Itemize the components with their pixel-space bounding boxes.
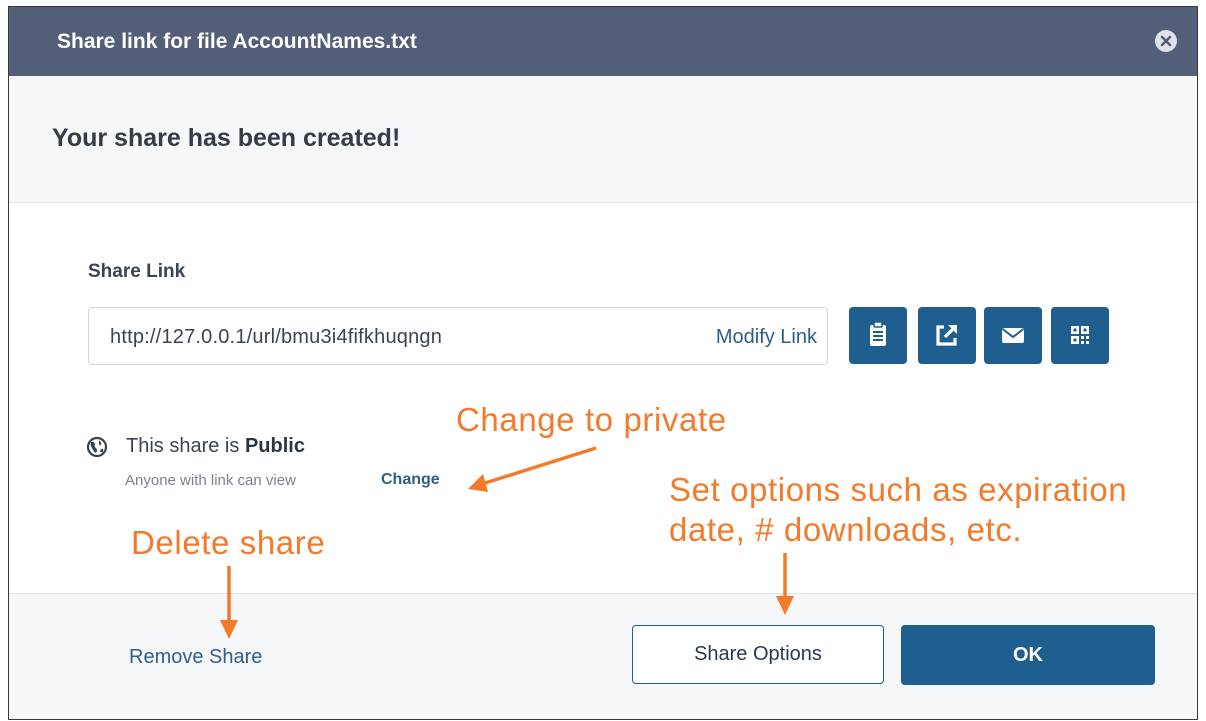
email-link-button[interactable] [984, 307, 1042, 364]
visibility-value: Public [244, 435, 305, 457]
annotation-delete-share: Delete share [131, 524, 326, 561]
qr-code-button[interactable] [1051, 307, 1109, 364]
globe-icon [86, 436, 108, 458]
copy-to-clipboard-button[interactable] [849, 307, 907, 364]
qr-code-icon [1071, 326, 1089, 344]
visibility-description: Anyone with link can view [125, 472, 296, 489]
external-link-icon [936, 325, 957, 346]
annotation-options-line1: Set options such as expiration [669, 471, 1128, 508]
share-link-label: Share Link [88, 261, 186, 282]
visibility-status: This share is Public [126, 435, 305, 458]
change-visibility-link[interactable]: Change [381, 471, 440, 489]
share-link-field[interactable]: http://127.0.0.1/url/bmu3i4fifkhuqngn Mo… [88, 307, 828, 365]
ok-button[interactable]: OK [901, 625, 1155, 685]
close-icon [1160, 35, 1172, 47]
dialog-title: Share link for file AccountNames.txt [57, 30, 417, 53]
clipboard-icon [870, 321, 886, 346]
share-options-button[interactable]: Share Options [632, 625, 884, 684]
annotation-share-options: Set options such as expiration date, # d… [669, 470, 1127, 550]
open-link-button[interactable] [918, 307, 976, 364]
share-link-url[interactable]: http://127.0.0.1/url/bmu3i4fifkhuqngn [110, 326, 442, 349]
modify-link-button[interactable]: Modify Link [716, 326, 817, 349]
success-banner: Your share has been created! [9, 76, 1197, 203]
annotation-change-to-private: Change to private [456, 401, 727, 438]
close-button[interactable] [1155, 30, 1177, 52]
remove-share-button[interactable]: Remove Share [129, 646, 262, 669]
visibility-prefix: This share is [126, 435, 240, 457]
annotation-options-line2: date, # downloads, etc. [669, 511, 1023, 548]
success-message: Your share has been created! [52, 124, 401, 152]
email-icon [1001, 328, 1025, 343]
dialog-titlebar: Share link for file AccountNames.txt [9, 7, 1197, 76]
